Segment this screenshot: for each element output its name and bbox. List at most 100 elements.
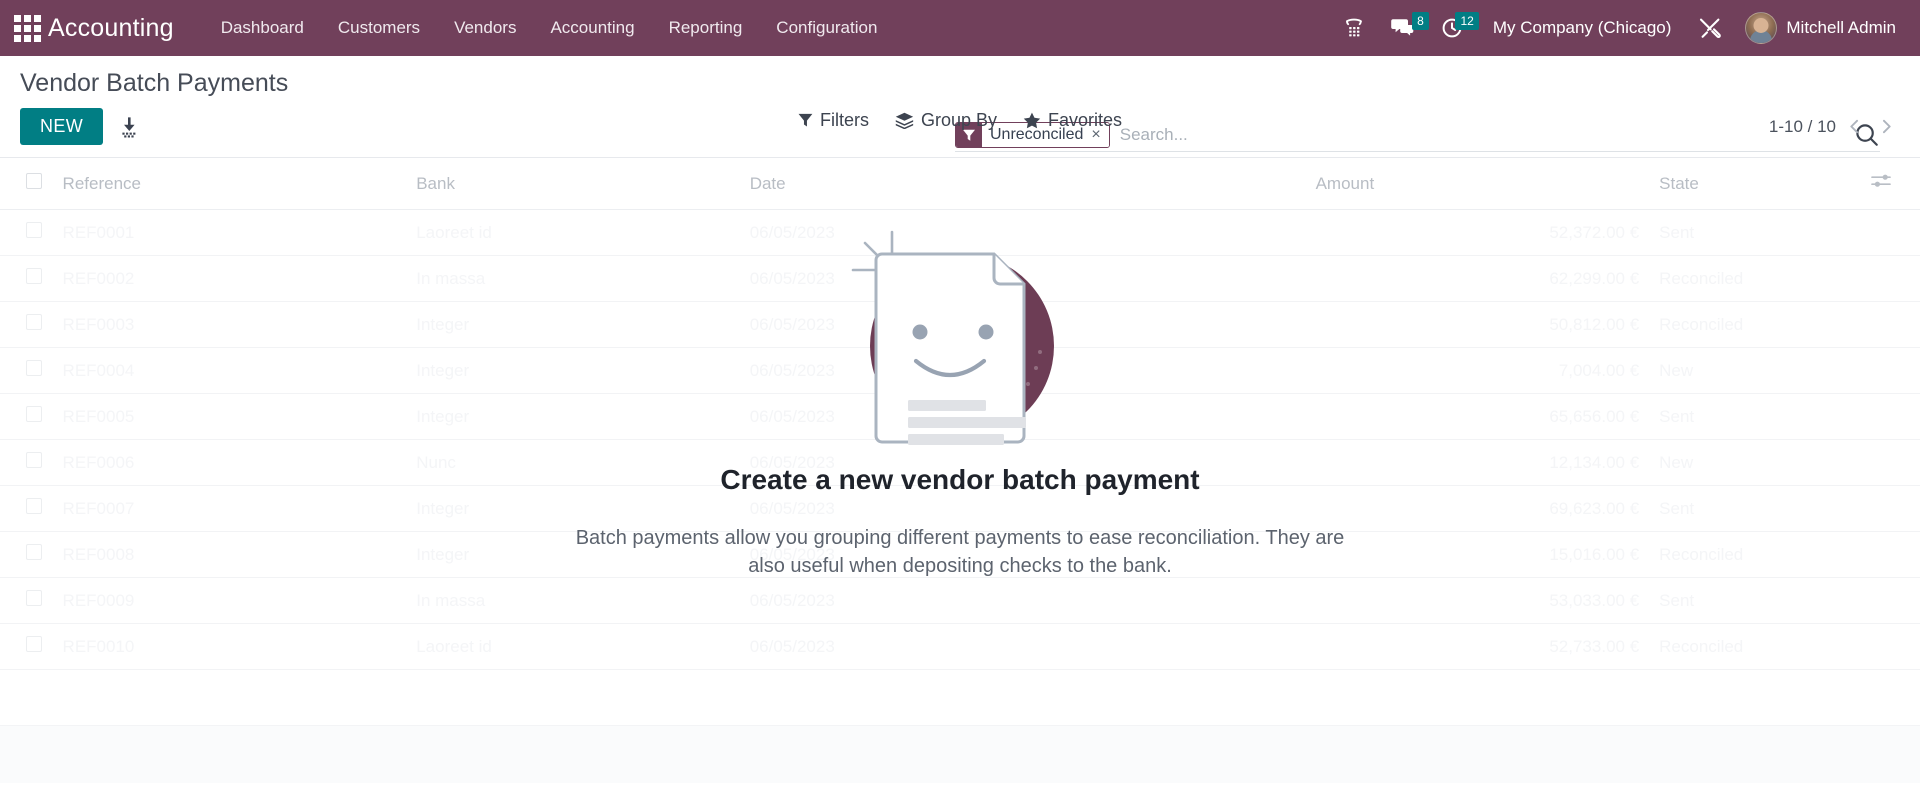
navbar-right-tools: 8 12 My Company (Chicago) Mitchell Admin (1331, 8, 1902, 48)
table-header: Reference Bank Date Amount State (0, 158, 1920, 210)
cell-amount: 15,016.00 € (1305, 531, 1650, 578)
cell-reference: REF0005 (52, 393, 407, 440)
row-checkbox[interactable] (26, 406, 42, 422)
messages-counter[interactable]: 8 (1377, 10, 1429, 46)
cell-bank: Nunc (406, 439, 740, 486)
list-view: Reference Bank Date Amount State REF0001 (0, 158, 1920, 783)
cell-reference: REF0002 (52, 255, 407, 302)
cell-state: Sent (1649, 393, 1862, 440)
table-row[interactable]: REF0002 In massa 06/05/2023 62,299.00 € … (0, 255, 1920, 302)
cell-reference: REF0009 (52, 577, 407, 624)
menu-item-configuration[interactable]: Configuration (759, 10, 894, 46)
row-checkbox[interactable] (26, 314, 42, 330)
row-checkbox[interactable] (26, 452, 42, 468)
cell-state: Sent (1649, 209, 1862, 256)
activities-counter[interactable]: 12 (1429, 10, 1479, 46)
menu-item-dashboard[interactable]: Dashboard (204, 10, 321, 46)
phone-dialpad-icon[interactable] (1331, 10, 1377, 46)
activities-badge: 12 (1455, 12, 1479, 30)
table-row[interactable]: REF0004 Integer 06/05/2023 7,004.00 € Ne… (0, 347, 1920, 394)
select-all-checkbox[interactable] (26, 173, 42, 189)
user-menu[interactable]: Mitchell Admin (1735, 8, 1902, 48)
app-brand-name[interactable]: Accounting (48, 14, 174, 43)
filters-label: Filters (819, 110, 869, 130)
cell-amount: 65,656.00 € (1305, 393, 1650, 440)
table-row[interactable]: REF0006 Nunc 06/05/2023 12,134.00 € New (0, 439, 1920, 486)
top-navbar: Accounting Dashboard Customers Vendors A… (0, 0, 1920, 56)
groupby-label: Group By (920, 110, 998, 130)
cell-bank: In massa (406, 255, 740, 302)
column-header-reference[interactable]: Reference (52, 158, 407, 210)
cell-state: Reconciled (1649, 301, 1862, 348)
select-all-header (0, 158, 53, 210)
groupby-dropdown-button[interactable]: Group By (895, 110, 997, 131)
row-checkbox[interactable] (26, 498, 42, 514)
cell-state: New (1649, 347, 1862, 394)
cell-amount: 52,733.00 € (1305, 623, 1650, 670)
table-row[interactable]: REF0005 Integer 06/05/2023 65,656.00 € S… (0, 393, 1920, 440)
table-row[interactable]: REF0010 Laoreet id 06/05/2023 52,733.00 … (0, 623, 1920, 670)
row-checkbox[interactable] (26, 268, 42, 284)
cell-state: Reconciled (1649, 623, 1862, 670)
row-checkbox[interactable] (26, 590, 42, 606)
column-header-amount[interactable]: Amount (1305, 158, 1650, 210)
row-checkbox[interactable] (26, 360, 42, 376)
cell-reference: REF0010 (52, 623, 407, 670)
batch-payments-table: Reference Bank Date Amount State REF0001 (0, 158, 1920, 670)
star-icon (1023, 112, 1041, 129)
cell-state: Reconciled (1649, 531, 1862, 578)
table-header-row: Reference Bank Date Amount State (0, 158, 1920, 210)
cell-state: Reconciled (1649, 255, 1862, 302)
cell-date: 06/05/2023 (739, 577, 1306, 624)
page-title: Vendor Batch Payments (20, 69, 289, 97)
pager-next-button[interactable] (1872, 113, 1900, 141)
pager-counter: 1-10 / 10 (1768, 116, 1836, 136)
cell-bank: Integer (406, 393, 740, 440)
search-dropdown-buttons: Filters Group By Favorites (798, 110, 1122, 131)
control-panel: Vendor Batch Payments Unreconciled × NEW (0, 56, 1920, 158)
menu-item-customers[interactable]: Customers (321, 10, 437, 46)
cell-date: 06/05/2023 (739, 623, 1306, 670)
optional-columns-button[interactable] (1861, 158, 1920, 210)
list-bottom-area (0, 725, 1920, 783)
control-panel-top: Vendor Batch Payments (0, 56, 1920, 102)
menu-item-vendors[interactable]: Vendors (437, 10, 533, 46)
cell-reference: REF0003 (52, 301, 407, 348)
row-checkbox[interactable] (26, 544, 42, 560)
import-download-icon[interactable] (117, 115, 141, 139)
new-button[interactable]: NEW (20, 108, 104, 145)
pager-previous-button[interactable] (1840, 113, 1868, 141)
table-row[interactable]: REF0009 In massa 06/05/2023 53,033.00 € … (0, 577, 1920, 624)
cell-bank: Integer (406, 531, 740, 578)
favorites-dropdown-button[interactable]: Favorites (1023, 110, 1122, 131)
column-header-state[interactable]: State (1649, 158, 1862, 210)
menu-item-reporting[interactable]: Reporting (652, 10, 760, 46)
main-menu: Dashboard Customers Vendors Accounting R… (204, 10, 895, 46)
table-row[interactable]: REF0003 Integer 06/05/2023 50,812.00 € R… (0, 301, 1920, 348)
cell-date: 06/05/2023 (739, 393, 1306, 440)
row-checkbox[interactable] (26, 636, 42, 652)
menu-item-accounting[interactable]: Accounting (533, 10, 651, 46)
row-checkbox[interactable] (26, 222, 42, 238)
cell-state: Sent (1649, 485, 1862, 532)
cell-amount: 52,372.00 € (1305, 209, 1650, 256)
cell-date: 06/05/2023 (739, 439, 1306, 486)
cell-amount: 69,623.00 € (1305, 485, 1650, 532)
column-header-bank[interactable]: Bank (406, 158, 740, 210)
cell-bank: Integer (406, 347, 740, 394)
cell-date: 06/05/2023 (739, 301, 1306, 348)
wrench-screwdriver-icon[interactable] (1685, 10, 1735, 46)
company-switcher[interactable]: My Company (Chicago) (1479, 12, 1686, 44)
cell-state: New (1649, 439, 1862, 486)
cell-state: Sent (1649, 577, 1862, 624)
table-row[interactable]: REF0007 Integer 06/05/2023 69,623.00 € S… (0, 485, 1920, 532)
table-row[interactable]: REF0008 Integer 06/05/2023 15,016.00 € R… (0, 531, 1920, 578)
apps-grid-icon[interactable] (10, 11, 44, 45)
table-row[interactable]: REF0001 Laoreet id 06/05/2023 52,372.00 … (0, 209, 1920, 256)
cell-amount: 12,134.00 € (1305, 439, 1650, 486)
cell-date: 06/05/2023 (739, 485, 1306, 532)
column-header-date[interactable]: Date (739, 158, 1306, 210)
cell-amount: 7,004.00 € (1305, 347, 1650, 394)
cell-date: 06/05/2023 (739, 209, 1306, 256)
filters-dropdown-button[interactable]: Filters (798, 110, 869, 131)
